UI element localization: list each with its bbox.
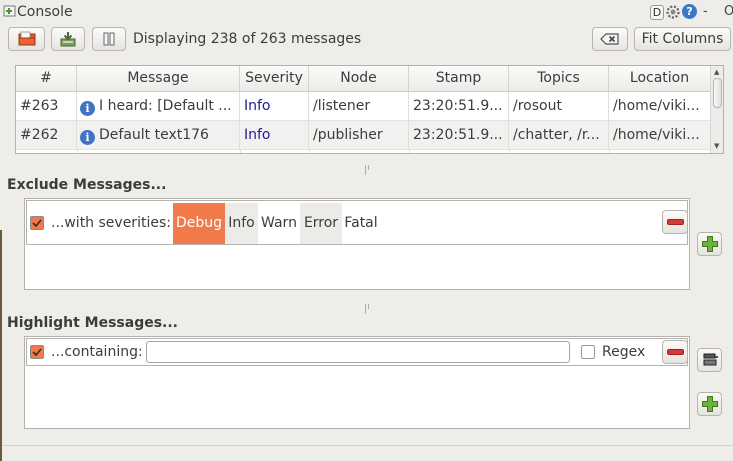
severities-label: ...with severities: <box>51 215 171 231</box>
cell-message-text: Default text176 <box>99 127 209 143</box>
regex-checkbox[interactable] <box>581 345 595 359</box>
window-left-edge <box>0 230 2 461</box>
clear-button[interactable] <box>592 27 628 51</box>
cell-message: i I heard: [Default ... <box>77 92 240 121</box>
plus-icon <box>702 236 718 252</box>
cell-message-text: I heard: [Default ... <box>99 98 232 114</box>
cell-severity: Info <box>240 121 309 150</box>
cell-severity: Info <box>240 92 309 121</box>
cell-number: #262 <box>16 121 77 150</box>
cell-number: #263 <box>16 92 77 121</box>
table-header: # Message Severity Node Stamp Topics Loc… <box>16 66 710 92</box>
highlight-section-title: Highlight Messages... <box>7 315 179 331</box>
severity-option-debug[interactable]: Debug <box>173 203 225 244</box>
cell-topics: /chatter, /r... <box>509 121 609 150</box>
severity-option-warn[interactable]: Warn <box>258 203 300 244</box>
title-bar: Console D ? - O <box>0 0 733 24</box>
folder-open-icon <box>18 31 35 46</box>
highlight-filter-list: ...containing: Regex <box>24 336 690 429</box>
checkmark-icon <box>32 219 42 228</box>
remove-highlight-filter-button[interactable] <box>662 340 688 364</box>
save-download-icon <box>60 32 76 47</box>
column-header-location[interactable]: Location <box>609 66 710 92</box>
cell-stamp: 23:20:51.9... <box>409 92 509 121</box>
splitter-handle[interactable] <box>365 165 373 175</box>
info-icon: i <box>80 101 95 116</box>
minimize-button[interactable]: - <box>703 4 708 19</box>
clear-icon <box>600 33 619 45</box>
gear-icon[interactable] <box>665 4 681 20</box>
cell-location: /home/viki... <box>613 127 700 143</box>
open-button[interactable] <box>8 27 45 51</box>
pause-icon <box>103 32 115 46</box>
window-title: Console <box>17 4 73 20</box>
cell-node: /listener <box>309 92 409 121</box>
info-icon: i <box>80 130 95 145</box>
filter-toggle-icon <box>703 353 718 366</box>
checkmark-icon <box>32 348 42 357</box>
table-row[interactable]: #263 i I heard: [Default ... Info /listen… <box>16 92 710 121</box>
containing-label: ...containing: <box>51 344 143 360</box>
cell-message: i Default text176 <box>77 121 240 150</box>
column-header-message[interactable]: Message <box>77 66 240 92</box>
remove-exclude-filter-button[interactable] <box>662 210 688 234</box>
exclude-section-title: Exclude Messages... <box>7 177 167 193</box>
highlight-text-filter-row: ...containing: Regex <box>26 338 688 366</box>
regex-label: Regex <box>602 344 646 360</box>
exclude-severity-filter-row: ...with severities: Debug Info Warn Erro… <box>26 200 688 245</box>
remove-icon <box>667 219 684 225</box>
cell-node: /publisher <box>309 121 409 150</box>
column-header-severity[interactable]: Severity <box>240 66 309 92</box>
close-button[interactable]: O <box>724 4 733 19</box>
table-vertical-scrollbar[interactable]: ▲ ▼ <box>710 66 723 153</box>
save-button[interactable] <box>51 27 85 51</box>
column-header-topics[interactable]: Topics <box>509 66 609 92</box>
scrollbar-thumb[interactable] <box>713 78 722 108</box>
highlight-toggle-button[interactable] <box>697 348 722 372</box>
cell-stamp: 23:20:51.9... <box>409 121 509 150</box>
cell-location: /home/viki... <box>613 98 700 114</box>
column-header-stamp[interactable]: Stamp <box>409 66 509 92</box>
bottom-divider <box>0 445 733 446</box>
column-header-node[interactable]: Node <box>309 66 409 92</box>
message-table: # Message Severity Node Stamp Topics Loc… <box>15 65 724 154</box>
fit-columns-button[interactable]: Fit Columns <box>634 27 731 51</box>
help-icon[interactable]: ? <box>682 4 697 19</box>
cell-topics: /rosout <box>509 92 609 121</box>
add-exclude-filter-button[interactable] <box>697 232 722 256</box>
add-highlight-filter-button[interactable] <box>697 392 722 416</box>
table-row-partial <box>16 150 710 153</box>
highlight-text-input[interactable] <box>146 341 570 363</box>
scroll-up-arrow-icon[interactable]: ▲ <box>714 68 719 76</box>
splitter-handle[interactable] <box>365 304 373 314</box>
column-header-number[interactable]: # <box>16 66 77 92</box>
severity-option-fatal[interactable]: Fatal <box>342 203 380 244</box>
pause-button[interactable] <box>92 27 126 51</box>
highlight-filter-checkbox[interactable] <box>30 345 44 359</box>
scroll-down-arrow-icon[interactable]: ▼ <box>714 142 719 150</box>
exclude-filter-list: ...with severities: Debug Info Warn Erro… <box>24 198 690 290</box>
remove-icon <box>667 349 684 355</box>
plus-icon <box>702 396 718 412</box>
exclude-filter-checkbox[interactable] <box>30 216 44 230</box>
severity-option-error[interactable]: Error <box>300 203 342 244</box>
message-count-status: Displaying 238 of 263 messages <box>133 31 362 47</box>
table-row[interactable]: #262 i Default text176 Info /publisher 23… <box>16 121 710 150</box>
dock-button[interactable]: D <box>650 5 664 20</box>
app-icon <box>3 5 16 17</box>
severity-option-info[interactable]: Info <box>225 203 258 244</box>
